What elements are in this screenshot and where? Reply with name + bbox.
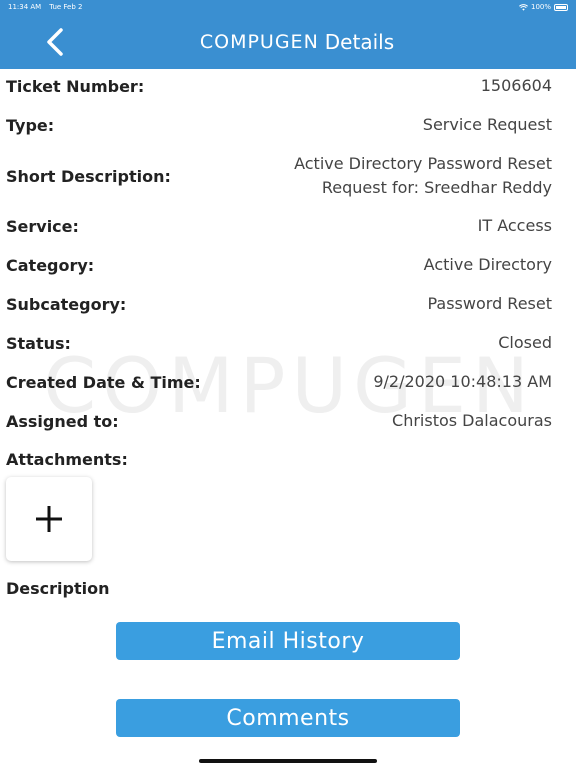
ticket-details-screen: 11:34 AM Tue Feb 2 100% COMPUGEN Details…: [0, 0, 576, 768]
field-value: IT Access: [477, 216, 552, 235]
nav-bar: COMPUGEN Details: [0, 14, 576, 69]
status-time: 11:34 AM: [8, 3, 42, 11]
field-value: Service Request: [422, 115, 552, 134]
field-short-description: Short Description: Active Directory Pass…: [0, 151, 576, 201]
nav-title: COMPUGEN Details: [200, 30, 394, 54]
plus-icon: [36, 506, 62, 532]
status-bar: 11:34 AM Tue Feb 2 100%: [0, 0, 576, 14]
field-label: Assigned to:: [6, 411, 119, 431]
comments-button[interactable]: Comments: [116, 699, 460, 737]
compugen-logo: COMPUGEN: [199, 30, 319, 53]
field-label: Status:: [6, 333, 71, 353]
field-label: Type:: [6, 115, 55, 135]
field-value: Password Reset: [427, 294, 552, 313]
field-type: Type: Service Request: [0, 112, 576, 138]
field-value: 9/2/2020 10:48:13 AM: [373, 372, 552, 391]
home-indicator: [199, 759, 377, 763]
page-title: Details: [324, 29, 395, 54]
chevron-left-icon: [47, 28, 63, 56]
field-value-line-1: Active Directory Password Reset: [294, 154, 552, 173]
field-subcategory: Subcategory: Password Reset: [0, 291, 576, 317]
field-created-date: Created Date & Time: 9/2/2020 10:48:13 A…: [0, 369, 576, 395]
field-value: 1506604: [480, 76, 552, 95]
field-value: Closed: [498, 333, 552, 352]
field-assigned-to: Assigned to: Christos Dalacouras: [0, 408, 576, 434]
status-right: 100%: [519, 3, 568, 11]
field-value-line-2: Request for: Sreedhar Reddy: [321, 178, 552, 197]
field-label: Subcategory:: [6, 294, 127, 314]
field-value: Christos Dalacouras: [392, 411, 552, 430]
attachments-label: Attachments:: [6, 450, 128, 469]
field-ticket-number: Ticket Number: 1506604: [0, 73, 576, 99]
field-label: Short Description:: [6, 166, 171, 186]
field-label: Ticket Number:: [6, 76, 145, 96]
field-label: Category:: [6, 255, 95, 275]
field-label: Service:: [6, 216, 79, 236]
status-date: Tue Feb 2: [49, 3, 83, 11]
field-value: Active Directory: [423, 255, 552, 274]
field-category: Category: Active Directory: [0, 252, 576, 278]
field-value: Active Directory Password Reset Request …: [294, 152, 552, 200]
field-status: Status: Closed: [0, 330, 576, 356]
battery-icon: [554, 3, 568, 11]
field-label: Created Date & Time:: [6, 372, 201, 392]
battery-percent: 100%: [530, 3, 551, 11]
field-service: Service: IT Access: [0, 213, 576, 239]
add-attachment-button[interactable]: [6, 477, 92, 561]
email-history-button[interactable]: Email History: [116, 622, 460, 660]
description-label: Description: [6, 579, 110, 598]
wifi-icon: [519, 3, 528, 11]
back-button[interactable]: [38, 24, 72, 60]
